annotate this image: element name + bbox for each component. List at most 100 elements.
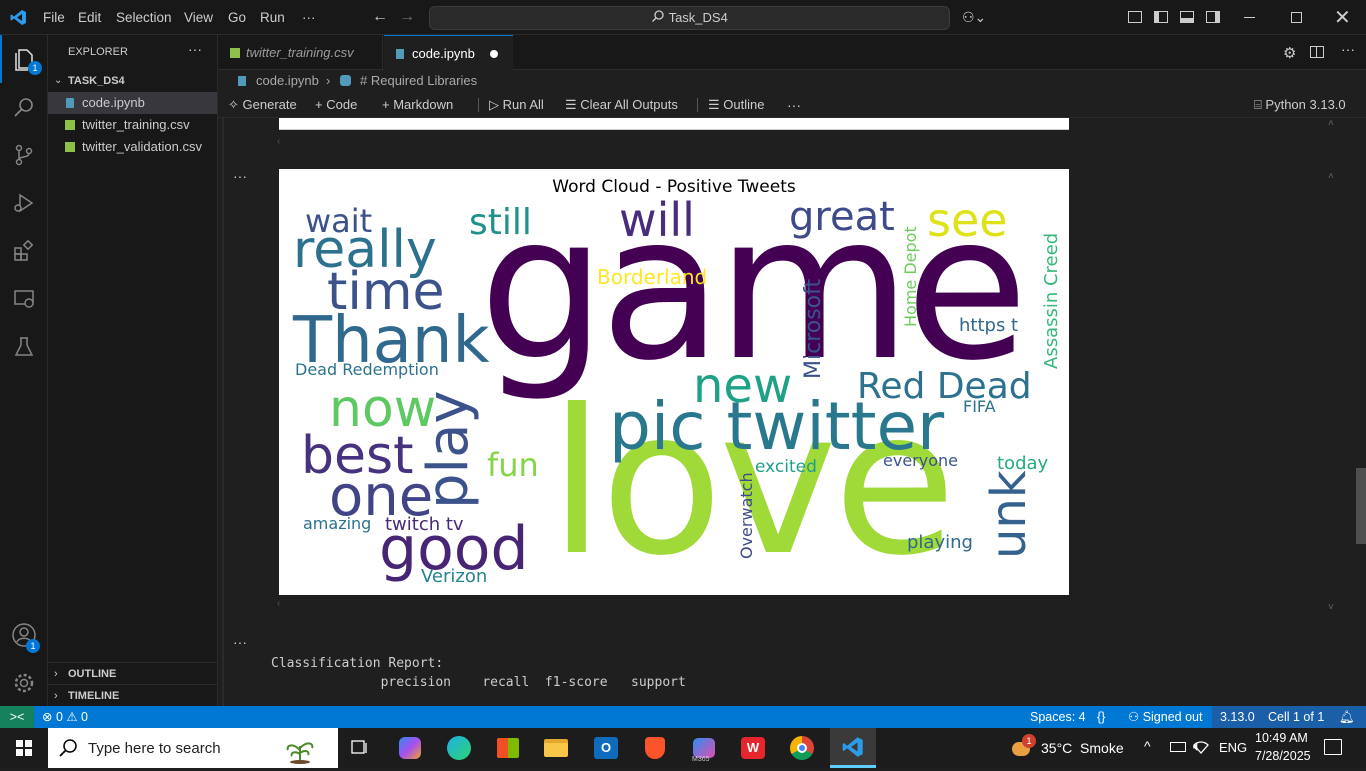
account-icon[interactable]: 1 bbox=[0, 611, 48, 659]
menu-edit[interactable]: Edit bbox=[78, 0, 101, 35]
m365-app-icon[interactable]: M365 bbox=[686, 732, 722, 764]
remote-explorer-icon[interactable] bbox=[0, 275, 48, 323]
layout-panels-icon[interactable] bbox=[1128, 11, 1142, 23]
indentation-indicator[interactable]: Spaces: 4 bbox=[1030, 706, 1086, 728]
file-item-twitter-training[interactable]: twitter_training.csv bbox=[48, 114, 217, 136]
editor-scrollbar[interactable] bbox=[1356, 468, 1366, 544]
outline-section[interactable]: › OUTLINE bbox=[48, 662, 217, 684]
kernel-picker[interactable]: ⌸ Python 3.13.0 bbox=[1254, 92, 1346, 118]
source-control-icon[interactable] bbox=[0, 131, 48, 179]
minimize-icon[interactable] bbox=[1244, 17, 1255, 18]
toggle-panel-icon[interactable] bbox=[1180, 11, 1194, 23]
word-home-depot: Home Depot bbox=[901, 226, 920, 327]
tabs-more-button[interactable]: ··· bbox=[1341, 41, 1355, 57]
classification-report-title: Classification Report: bbox=[271, 656, 444, 671]
tab-code-ipynb[interactable]: code.ipynb bbox=[384, 35, 513, 71]
add-code-button[interactable]: + Code bbox=[315, 92, 357, 118]
explorer-more-button[interactable]: ··· bbox=[188, 41, 202, 57]
menu-more[interactable]: ··· bbox=[302, 0, 316, 35]
sparkle-icon: ✧ bbox=[228, 97, 243, 112]
toolbar-more-button[interactable]: ··· bbox=[787, 92, 801, 118]
notifications-bell-icon[interactable]: 🔔︎ bbox=[1339, 706, 1355, 728]
clear-outputs-button[interactable]: ☰ Clear All Outputs bbox=[565, 92, 678, 118]
battery-icon[interactable] bbox=[1170, 742, 1186, 752]
restore-icon[interactable] bbox=[1291, 12, 1302, 23]
generate-button[interactable]: ✧ Generate bbox=[228, 92, 297, 118]
tab-twitter-training[interactable]: twitter_training.csv bbox=[218, 35, 383, 70]
back-arrow-icon[interactable]: ← bbox=[372, 8, 388, 26]
settings-gear-icon[interactable]: ⚙ bbox=[1283, 44, 1296, 62]
microsoft-store-icon[interactable] bbox=[490, 732, 526, 764]
menu-run[interactable]: Run bbox=[260, 0, 285, 35]
language-braces-icon[interactable]: {} bbox=[1097, 706, 1105, 728]
explorer-icon[interactable]: 1 bbox=[0, 35, 48, 83]
remote-indicator[interactable]: >< bbox=[0, 706, 34, 728]
account-badge: 1 bbox=[26, 639, 40, 653]
timeline-section[interactable]: › TIMELINE bbox=[48, 684, 217, 706]
menu-file[interactable]: File bbox=[43, 0, 65, 35]
edge-browser-icon[interactable] bbox=[441, 732, 477, 764]
chrome-browser-icon[interactable] bbox=[784, 732, 820, 764]
toggle-sidebar-icon[interactable] bbox=[1154, 11, 1168, 23]
search-text: Task_DS4 bbox=[668, 10, 728, 25]
menu-selection[interactable]: Selection bbox=[116, 0, 172, 35]
output-divider-arrow: ‹ bbox=[277, 598, 281, 609]
scroll-down-arrow-icon[interactable]: ˅ bbox=[1328, 602, 1334, 613]
run-debug-icon[interactable] bbox=[0, 179, 48, 227]
unsaved-dot-icon[interactable] bbox=[490, 50, 498, 58]
clock-date[interactable]: 7/28/2025 bbox=[1255, 749, 1311, 763]
copilot-icon: ⚇ bbox=[1128, 710, 1143, 724]
close-icon[interactable]: ✕ bbox=[1334, 5, 1351, 30]
input-language[interactable]: ENG bbox=[1219, 740, 1247, 755]
testing-flask-icon[interactable] bbox=[0, 323, 48, 371]
extensions-icon[interactable] bbox=[0, 227, 48, 275]
folder-task-ds4[interactable]: ⌄ TASK_DS4 bbox=[48, 70, 217, 92]
output-more-button[interactable]: ··· bbox=[233, 168, 247, 184]
menu-go[interactable]: Go bbox=[228, 0, 246, 35]
file-explorer-icon[interactable] bbox=[538, 732, 574, 764]
outlook-icon[interactable]: O bbox=[588, 732, 624, 764]
manage-gear-icon[interactable] bbox=[0, 659, 48, 707]
add-markdown-button[interactable]: + Markdown bbox=[382, 92, 453, 118]
weather-icon[interactable]: 1 bbox=[1010, 734, 1036, 760]
python-version[interactable]: 3.13.0 bbox=[1220, 706, 1255, 728]
editor-tabs: twitter_training.csv code.ipynb ⚙ ··· bbox=[218, 35, 1366, 71]
vscode-taskbar-icon[interactable] bbox=[830, 728, 876, 768]
scroll-up-arrow-icon[interactable]: ˄ bbox=[1328, 171, 1334, 182]
problems-indicator[interactable]: ⊗ 0 ⚠ 0 bbox=[42, 706, 88, 728]
word-see: see bbox=[927, 193, 1008, 247]
clock-time[interactable]: 10:49 AM bbox=[1255, 731, 1308, 745]
copilot-app-icon[interactable] bbox=[392, 732, 428, 764]
output-more-button[interactable]: ··· bbox=[233, 634, 247, 650]
scroll-up-arrow-icon[interactable]: ˄ bbox=[1328, 118, 1334, 129]
command-center-search[interactable]: Task_DS4 bbox=[429, 6, 950, 30]
chevron-up-icon[interactable]: ^ bbox=[1144, 738, 1151, 754]
menu-view[interactable]: View bbox=[184, 0, 213, 35]
taskbar-search-box[interactable]: Type here to search bbox=[48, 728, 338, 768]
file-item-twitter-validation[interactable]: twitter_validation.csv bbox=[48, 136, 217, 158]
wps-office-icon[interactable]: W bbox=[735, 732, 771, 764]
breadcrumb-file[interactable]: code.ipynb bbox=[256, 70, 319, 92]
chevron-right-icon: › bbox=[54, 690, 58, 702]
word-excited: excited bbox=[755, 457, 817, 477]
volume-icon[interactable]: 🔈︎ bbox=[1193, 738, 1201, 755]
breadcrumb-section[interactable]: # Required Libraries bbox=[360, 70, 477, 92]
brave-browser-icon[interactable] bbox=[637, 732, 673, 764]
search-icon[interactable] bbox=[0, 83, 48, 131]
toolbar-divider bbox=[697, 98, 698, 112]
forward-arrow-icon[interactable]: → bbox=[399, 8, 415, 26]
start-button[interactable] bbox=[0, 728, 48, 768]
cell-position[interactable]: Cell 1 of 1 bbox=[1268, 706, 1324, 728]
split-editor-icon[interactable] bbox=[1310, 46, 1324, 58]
clear-all-icon: ☰ bbox=[565, 97, 581, 112]
weather-text[interactable]: 35°C Smoke bbox=[1041, 740, 1124, 756]
outline-button[interactable]: ☰ Outline bbox=[708, 92, 764, 118]
run-all-button[interactable]: ▷ Run All bbox=[489, 92, 544, 118]
task-view-icon[interactable] bbox=[342, 732, 378, 764]
copilot-icon[interactable]: ⚇⌄ bbox=[962, 9, 986, 26]
file-item-code-ipynb[interactable]: code.ipynb bbox=[48, 92, 217, 114]
notification-center-icon[interactable] bbox=[1324, 739, 1342, 755]
account-signed-out[interactable]: ⚇ Signed out bbox=[1128, 706, 1202, 728]
toggle-secondary-sidebar-icon[interactable] bbox=[1206, 11, 1220, 23]
status-bar: >< ⊗ 0 ⚠ 0 Spaces: 4 {} ⚇ Signed out 3.1… bbox=[0, 706, 1366, 728]
